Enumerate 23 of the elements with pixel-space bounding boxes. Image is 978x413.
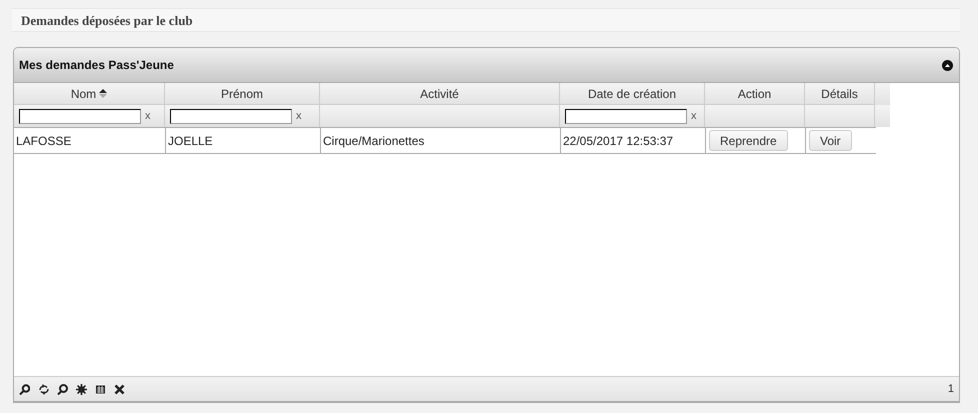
table-cell: LAFOSSE	[16, 134, 72, 148]
search-icon[interactable]	[19, 384, 30, 394]
row-action-button[interactable]: Reprendre	[709, 130, 788, 151]
filter-field[interactable]	[565, 108, 687, 124]
filter-field[interactable]	[19, 108, 141, 124]
settings-icon[interactable]	[76, 384, 87, 394]
sort-icon[interactable]	[99, 89, 108, 98]
row-action-button[interactable]: Voir	[809, 130, 852, 151]
table-cell: 22/05/2017 12:53:37	[563, 134, 674, 148]
clear-filter-link[interactable]: x	[296, 110, 302, 122]
magnifier-icon[interactable]	[57, 384, 68, 394]
table-cell: Cirque/Marionettes	[323, 134, 424, 148]
close-icon[interactable]	[114, 384, 125, 394]
panel-title: Mes demandes Pass'Jeune	[19, 58, 174, 72]
refresh-icon[interactable]	[38, 384, 49, 394]
page-title: Demandes déposées par le club	[21, 13, 193, 28]
page-number: 1	[948, 383, 954, 395]
clear-filter-link[interactable]: x	[145, 110, 150, 122]
filter-field[interactable]	[170, 108, 292, 124]
table-cell: JOELLE	[168, 134, 213, 148]
collapse-icon[interactable]	[942, 60, 953, 70]
grid-icon[interactable]	[95, 384, 106, 394]
clear-filter-link[interactable]: x	[691, 110, 696, 122]
